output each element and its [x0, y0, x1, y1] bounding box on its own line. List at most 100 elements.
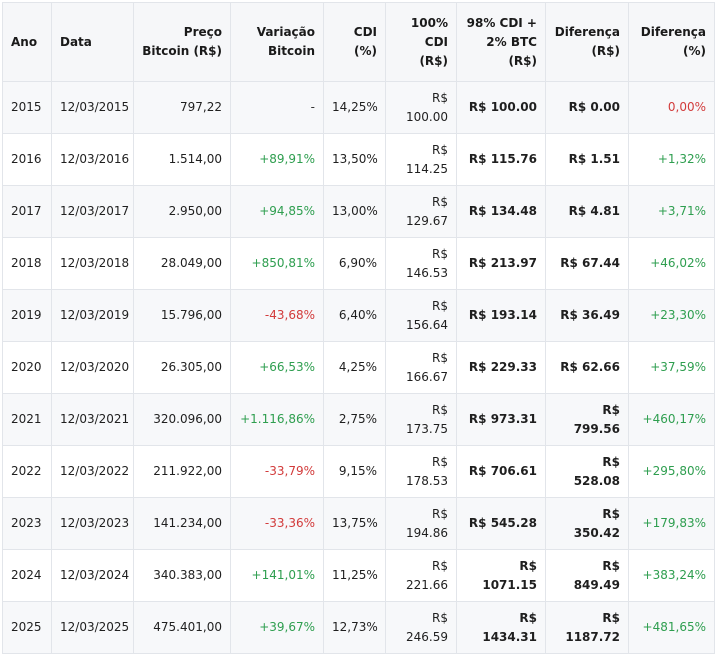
cell-diferenca-rs: R$ 4.81	[545, 185, 629, 238]
cell-cdi-100: R$ 221.66	[385, 549, 457, 602]
cell-mix-cdi-btc: R$ 213.97	[456, 237, 546, 290]
cell-cdi-100: R$ 194.86	[385, 497, 457, 550]
cell-diferenca-pct: +179,83%	[628, 497, 715, 550]
header-cdi-100: 100% CDI (R$)	[385, 2, 457, 82]
cell-diferenca-pct: +3,71%	[628, 185, 715, 238]
cell-diferenca-rs: R$ 799.56	[545, 393, 629, 446]
cell-cdi-100: R$ 156.64	[385, 289, 457, 342]
table-row: 2024 12/03/2024 340.383,00 +141,01% 11,25% R$…	[2, 549, 715, 602]
cell-cdi: 13,75%	[323, 497, 386, 550]
cell-variacao-bitcoin: +94,85%	[230, 185, 324, 238]
cell-mix-cdi-btc: R$ 1434.31	[456, 601, 546, 654]
cell-mix-cdi-btc: R$ 973.31	[456, 393, 546, 446]
cell-variacao-bitcoin: +89,91%	[230, 133, 324, 186]
cell-cdi: 12,73%	[323, 601, 386, 654]
cell-ano: 2019	[2, 289, 52, 342]
table-row: 2025 12/03/2025 475.401,00 +39,67% 12,73% R$ …	[2, 601, 715, 654]
cell-data: 12/03/2022	[51, 445, 134, 498]
cell-mix-cdi-btc: R$ 115.76	[456, 133, 546, 186]
cell-variacao-bitcoin: -43,68%	[230, 289, 324, 342]
cell-cdi-100: R$ 100.00	[385, 81, 457, 134]
table-row: 2021 12/03/2021 320.096,00 +1.116,86% 2,75% R…	[2, 393, 715, 446]
cell-cdi-100: R$ 146.53	[385, 237, 457, 290]
cell-variacao-bitcoin: -33,36%	[230, 497, 324, 550]
cell-variacao-bitcoin: -	[230, 81, 324, 134]
cell-diferenca-pct: +383,24%	[628, 549, 715, 602]
cell-preco-bitcoin: 141.234,00	[133, 497, 231, 550]
cell-cdi-100: R$ 129.67	[385, 185, 457, 238]
cell-mix-cdi-btc: R$ 545.28	[456, 497, 546, 550]
cell-ano: 2021	[2, 393, 52, 446]
cell-cdi-100: R$ 173.75	[385, 393, 457, 446]
cell-preco-bitcoin: 15.796,00	[133, 289, 231, 342]
cell-preco-bitcoin: 340.383,00	[133, 549, 231, 602]
header-row: Ano Data Preço Bitcoin (R$) Variação Bit…	[2, 2, 715, 82]
cell-diferenca-pct: +481,65%	[628, 601, 715, 654]
cell-diferenca-rs: R$ 62.66	[545, 341, 629, 394]
cell-variacao-bitcoin: +39,67%	[230, 601, 324, 654]
cell-preco-bitcoin: 797,22	[133, 81, 231, 134]
cell-preco-bitcoin: 1.514,00	[133, 133, 231, 186]
table-body: 2015 12/03/2015 797,22-14,25% R$ 100.00 R$ 1…	[2, 81, 715, 654]
cell-variacao-bitcoin: +141,01%	[230, 549, 324, 602]
cell-preco-bitcoin: 475.401,00	[133, 601, 231, 654]
cell-diferenca-pct: 0,00%	[628, 81, 715, 134]
cell-cdi: 14,25%	[323, 81, 386, 134]
table-row: 2016 12/03/2016 1.514,00 +89,91% 13,50% R$ 11…	[2, 133, 715, 186]
cell-diferenca-pct: +46,02%	[628, 237, 715, 290]
cell-variacao-bitcoin: -33,79%	[230, 445, 324, 498]
cell-diferenca-rs: R$ 1.51	[545, 133, 629, 186]
cell-mix-cdi-btc: R$ 706.61	[456, 445, 546, 498]
cell-data: 12/03/2020	[51, 341, 134, 394]
cell-data: 12/03/2018	[51, 237, 134, 290]
cell-ano: 2017	[2, 185, 52, 238]
comparison-table-container: Ano Data Preço Bitcoin (R$) Variação Bit…	[2, 2, 715, 656]
table-row: 2018 12/03/2018 28.049,00 +850,81% 6,90% R$ 1…	[2, 237, 715, 290]
table-row: 2015 12/03/2015 797,22-14,25% R$ 100.00 R$ 1…	[2, 81, 715, 134]
cell-cdi-100: R$ 166.67	[385, 341, 457, 394]
cell-diferenca-pct: +295,80%	[628, 445, 715, 498]
cell-diferenca-rs: R$ 350.42	[545, 497, 629, 550]
cell-cdi: 6,90%	[323, 237, 386, 290]
cell-ano: 2016	[2, 133, 52, 186]
cell-diferenca-pct: +23,30%	[628, 289, 715, 342]
cell-diferenca-pct: +1,32%	[628, 133, 715, 186]
cell-diferenca-rs: R$ 0.00	[545, 81, 629, 134]
cell-variacao-bitcoin: +850,81%	[230, 237, 324, 290]
header-variacao-bitcoin: Variação Bitcoin	[230, 2, 324, 82]
header-data: Data	[51, 2, 134, 82]
table-header: Ano Data Preço Bitcoin (R$) Variação Bit…	[2, 2, 715, 82]
table-row: 2020 12/03/2020 26.305,00 +66,53% 4,25% R$ 16…	[2, 341, 715, 394]
cell-diferenca-rs: R$ 528.08	[545, 445, 629, 498]
cell-data: 12/03/2023	[51, 497, 134, 550]
cell-diferenca-rs: R$ 849.49	[545, 549, 629, 602]
table-row: 2017 12/03/2017 2.950,00 +94,85% 13,00% R$ 12…	[2, 185, 715, 238]
cell-cdi: 13,50%	[323, 133, 386, 186]
cell-data: 12/03/2021	[51, 393, 134, 446]
cell-ano: 2018	[2, 237, 52, 290]
cell-cdi: 13,00%	[323, 185, 386, 238]
cell-data: 12/03/2025	[51, 601, 134, 654]
cell-mix-cdi-btc: R$ 1071.15	[456, 549, 546, 602]
cell-cdi: 11,25%	[323, 549, 386, 602]
table-row: 2022 12/03/2022 211.922,00 -33,79% 9,15% R$ 1…	[2, 445, 715, 498]
table-row: 2019 12/03/2019 15.796,00 -43,68% 6,40% R$ 15…	[2, 289, 715, 342]
table-row: 2023 12/03/2023 141.234,00 -33,36% 13,75% R$ …	[2, 497, 715, 550]
cell-cdi-100: R$ 246.59	[385, 601, 457, 654]
cell-diferenca-rs: R$ 1187.72	[545, 601, 629, 654]
cell-diferenca-pct: +460,17%	[628, 393, 715, 446]
cell-preco-bitcoin: 26.305,00	[133, 341, 231, 394]
cell-variacao-bitcoin: +66,53%	[230, 341, 324, 394]
cell-mix-cdi-btc: R$ 134.48	[456, 185, 546, 238]
cell-ano: 2022	[2, 445, 52, 498]
header-preco-bitcoin: Preço Bitcoin (R$)	[133, 2, 231, 82]
cell-ano: 2015	[2, 81, 52, 134]
cell-diferenca-rs: R$ 36.49	[545, 289, 629, 342]
cell-data: 12/03/2016	[51, 133, 134, 186]
cell-cdi-100: R$ 114.25	[385, 133, 457, 186]
header-ano: Ano	[2, 2, 52, 82]
header-diferenca-pct: Diferença (%)	[628, 2, 715, 82]
cell-ano: 2025	[2, 601, 52, 654]
cell-data: 12/03/2024	[51, 549, 134, 602]
cell-preco-bitcoin: 320.096,00	[133, 393, 231, 446]
